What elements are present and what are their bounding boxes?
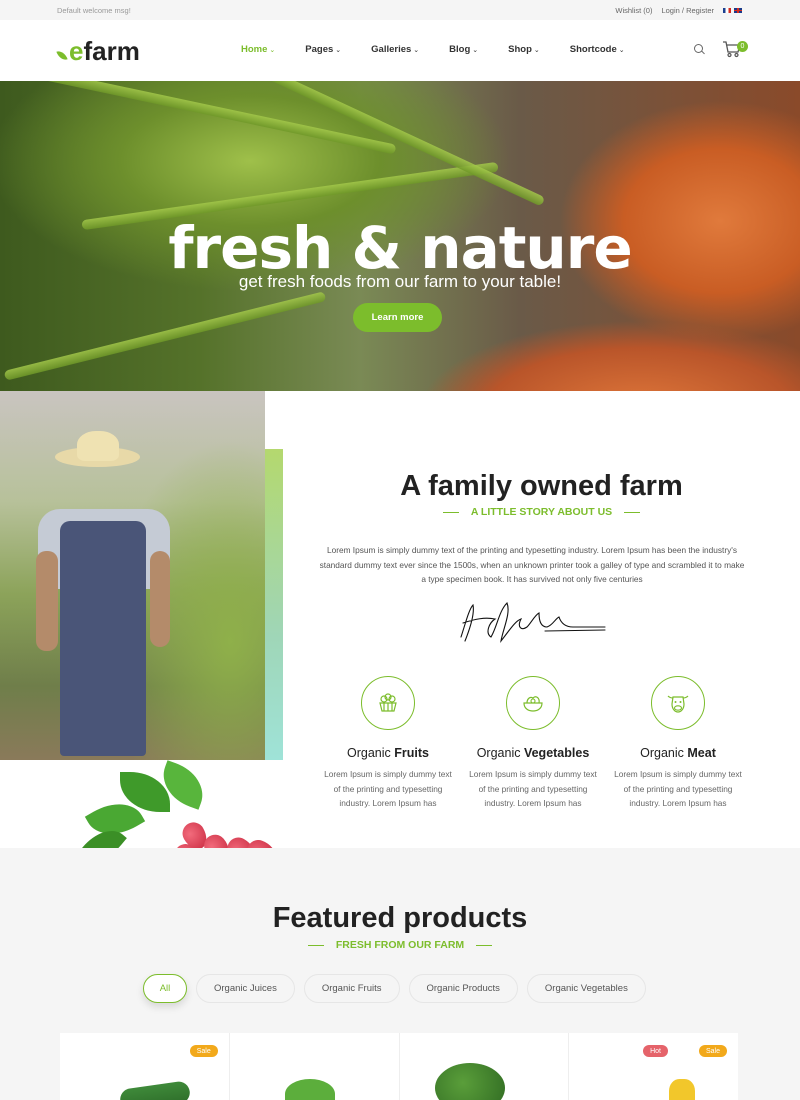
farmer-arm: [36, 551, 58, 651]
feature-title-prefix: Organic: [476, 746, 524, 760]
site-header: e farm Home ⌄ Pages ⌄ Galleries ⌄ Blog ⌄ Shop…: [0, 20, 800, 81]
hot-badge: Hot: [643, 1045, 668, 1057]
dash-divider: [476, 944, 493, 946]
feature-title: Organic Fruits: [318, 746, 458, 760]
vegetables-bowl-icon: [523, 696, 543, 712]
sale-badge: Sale: [189, 1045, 218, 1057]
feature-title-prefix: Organic: [640, 746, 688, 760]
nav-home[interactable]: Home ⌄: [241, 44, 275, 55]
nav-pages[interactable]: Pages ⌄: [305, 44, 341, 55]
feature-title-name: Vegetables: [523, 746, 590, 760]
about-description: Lorem Ipsum is simply dummy text of the …: [319, 545, 745, 584]
feature-title-name: Fruits: [394, 746, 429, 760]
wishlist-link[interactable]: Wishlist (0): [615, 6, 652, 15]
feature-title: Organic Vegetables: [463, 746, 603, 760]
nav-galleries-label: Galleries: [371, 44, 412, 55]
carrot-stem: [3, 291, 327, 381]
feature-title-prefix: Organic: [347, 746, 395, 760]
lettuce-image: [284, 1079, 335, 1100]
signature-image: [460, 602, 606, 643]
tab-organic-juices[interactable]: Organic Juices: [196, 974, 295, 1003]
main-nav: Home ⌄ Pages ⌄ Galleries ⌄ Blog ⌄ Shop ⌄ Shor…: [241, 44, 655, 55]
fruit-basket-icon: [379, 693, 397, 712]
broccoli-image: [434, 1063, 505, 1100]
cart-count-badge: 0: [737, 41, 748, 52]
chevron-down-icon: ⌄: [335, 46, 342, 54]
dash-divider: [307, 944, 324, 946]
farmer-overalls: [60, 521, 146, 756]
tab-organic-products[interactable]: Organic Products: [408, 974, 518, 1003]
feature-icon-circle: [361, 676, 415, 730]
about-subtitle: A LITTLE STORY ABOUT US: [283, 506, 800, 518]
chevron-down-icon: ⌄: [618, 46, 625, 54]
sale-badge: Sale: [698, 1045, 727, 1057]
farmer-arm: [150, 551, 170, 647]
chevron-down-icon: ⌄: [413, 46, 420, 54]
logo-e: e: [69, 35, 84, 66]
top-bar: Default welcome msg! Wishlist (0) Login …: [0, 0, 800, 20]
feature-organic-fruits: Organic Fruits Lorem Ipsum is simply dum…: [318, 676, 458, 811]
nav-shortcode-label: Shortcode: [569, 44, 617, 55]
nav-pages-label: Pages: [305, 44, 334, 55]
feature-organic-vegetables: Organic Vegetables Lorem Ipsum is simply…: [463, 676, 603, 811]
feature-title-name: Meat: [687, 746, 716, 760]
hero-title: fresh & nature: [168, 214, 632, 282]
tab-organic-vegetables[interactable]: Organic Vegetables: [526, 974, 646, 1003]
dash-divider: [624, 511, 641, 513]
learn-more-button[interactable]: Learn more: [353, 303, 442, 332]
hero-banner: fresh & nature get fresh foods from our …: [0, 81, 800, 391]
featured-subtitle-text: FRESH FROM OUR FARM: [335, 939, 465, 951]
french-flag-icon[interactable]: [723, 7, 731, 13]
decorative-gradient-bar: [265, 449, 283, 760]
about-title: A family owned farm: [400, 470, 683, 502]
login-register-link[interactable]: Login / Register: [661, 6, 714, 15]
carrot-stem: [0, 81, 397, 155]
site-logo[interactable]: e farm: [57, 38, 227, 64]
nav-galleries[interactable]: Galleries ⌄: [371, 44, 419, 55]
product-card[interactable]: Sale: [60, 1033, 230, 1100]
farmer-hat-crown: [77, 431, 119, 461]
nav-shop[interactable]: Shop ⌄: [508, 44, 540, 55]
leaf-icon: [57, 50, 69, 64]
nav-shop-label: Shop: [508, 44, 532, 55]
product-card[interactable]: Hot Sale: [569, 1033, 738, 1100]
language-switcher[interactable]: [723, 7, 742, 13]
product-card[interactable]: [400, 1033, 570, 1100]
search-icon[interactable]: [694, 44, 706, 56]
featured-subtitle: FRESH FROM OUR FARM: [0, 939, 800, 951]
chevron-down-icon: ⌄: [533, 46, 540, 54]
chevron-down-icon: ⌄: [269, 46, 276, 54]
feature-text: Lorem Ipsum is simply dummy text of the …: [469, 769, 597, 808]
feature-icon-circle: [506, 676, 560, 730]
feature-title: Organic Meat: [608, 746, 748, 760]
farmer-photo: [0, 391, 265, 760]
tab-all[interactable]: All: [143, 974, 187, 1003]
dash-divider: [442, 511, 459, 513]
cow-head-icon: [667, 695, 689, 713]
featured-title: Featured products: [272, 902, 528, 934]
feature-organic-meat: Organic Meat Lorem Ipsum is simply dummy…: [608, 676, 748, 811]
nav-blog-label: Blog: [449, 44, 471, 55]
top-bar-links: Wishlist (0) Login / Register: [615, 6, 742, 15]
hero-subtitle: get fresh foods from our farm to your ta…: [238, 272, 562, 291]
welcome-message: Default welcome msg!: [57, 5, 131, 15]
chevron-down-icon: ⌄: [472, 46, 479, 54]
banana-image: [669, 1079, 696, 1100]
uk-flag-icon[interactable]: [734, 7, 742, 13]
product-card[interactable]: [230, 1033, 400, 1100]
feature-text: Lorem Ipsum is simply dummy text of the …: [324, 769, 452, 808]
nav-shortcode[interactable]: Shortcode ⌄: [570, 44, 625, 55]
product-filter-tabs: All Organic Juices Organic Fruits Organi…: [143, 974, 646, 1003]
feature-text: Lorem Ipsum is simply dummy text of the …: [614, 769, 742, 808]
about-subtitle-text: A LITTLE STORY ABOUT US: [470, 506, 613, 518]
logo-farm: farm: [83, 35, 140, 66]
tab-organic-fruits[interactable]: Organic Fruits: [303, 974, 400, 1003]
nav-home-label: Home: [241, 44, 268, 55]
nav-blog[interactable]: Blog ⌄: [449, 44, 478, 55]
feature-icon-circle: [651, 676, 705, 730]
cucumber-image: [118, 1080, 192, 1100]
header-icons: 0: [694, 40, 748, 60]
cart-button[interactable]: 0: [722, 40, 748, 60]
product-grid: Sale Hot Sale: [60, 1033, 738, 1100]
